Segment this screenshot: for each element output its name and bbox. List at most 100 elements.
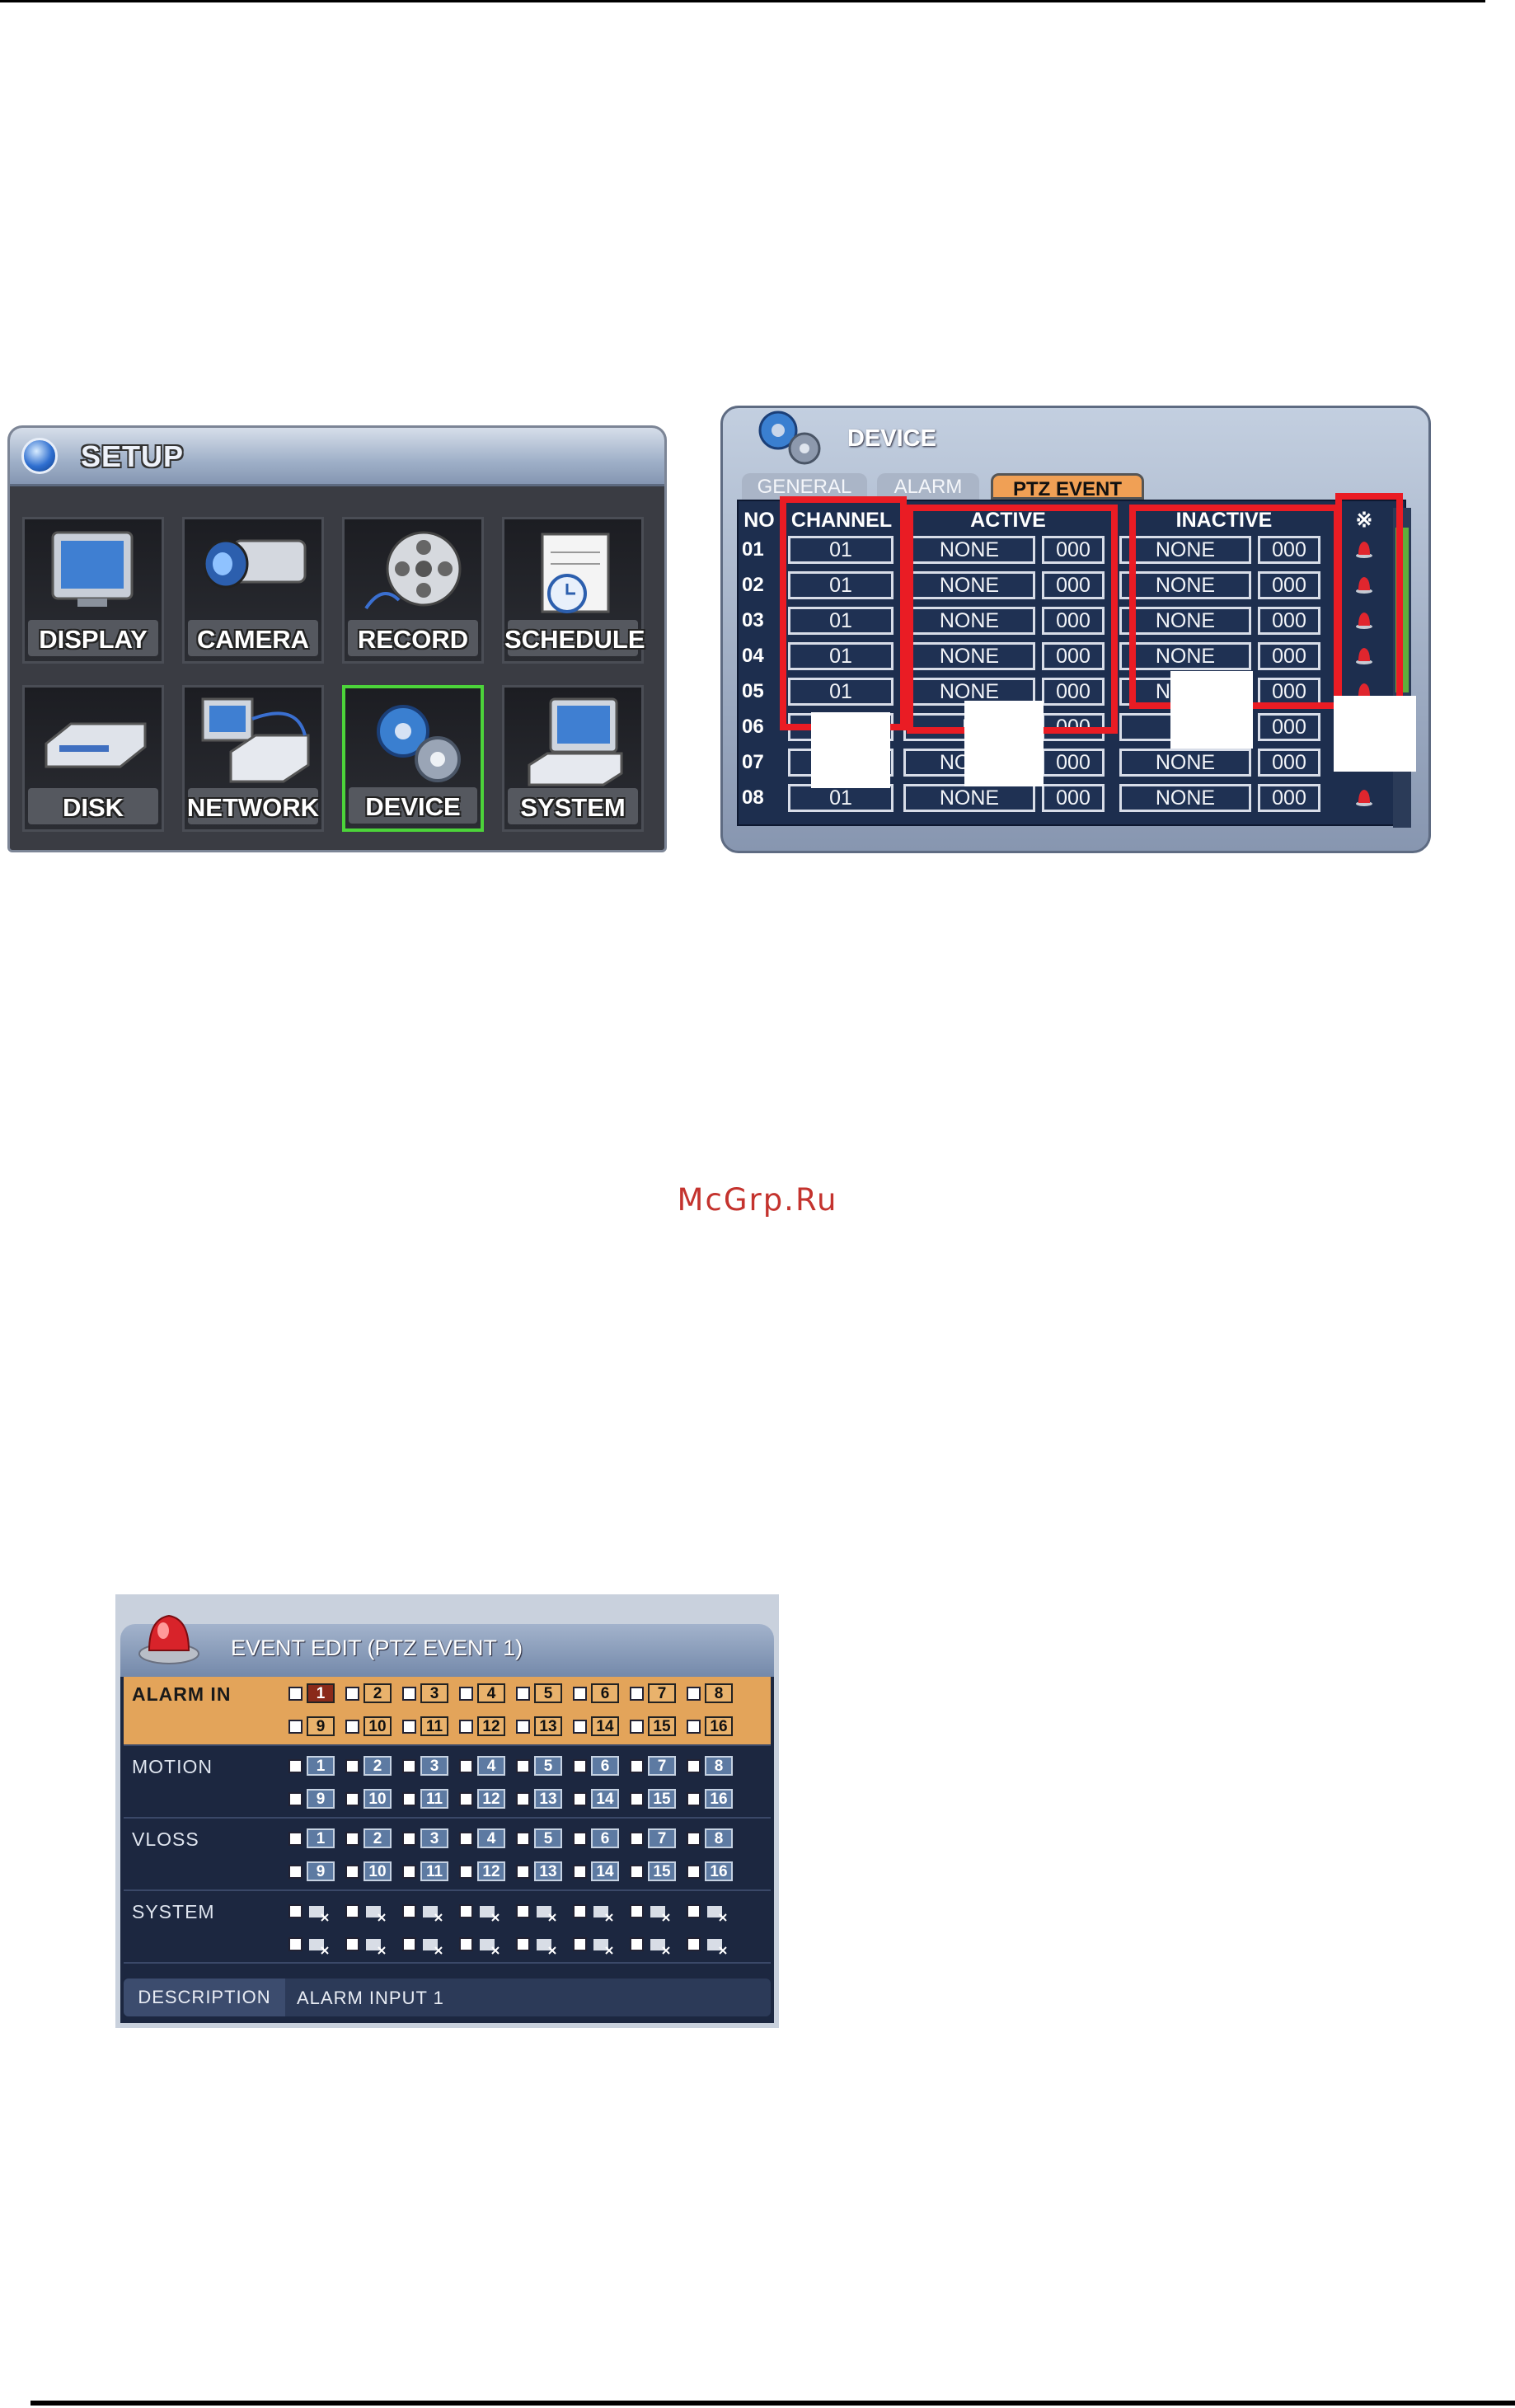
callout-box-4 bbox=[1334, 696, 1416, 772]
event-checkbox[interactable] bbox=[402, 1720, 416, 1734]
setup-tile-record[interactable]: RECORD bbox=[342, 517, 484, 664]
event-checkbox[interactable] bbox=[402, 1759, 416, 1773]
event-checkbox[interactable] bbox=[630, 1904, 644, 1918]
row-number: 06 bbox=[742, 716, 764, 738]
event-siren-icon[interactable] bbox=[1355, 787, 1373, 807]
event-checkbox[interactable] bbox=[459, 1792, 473, 1806]
event-checkbox[interactable] bbox=[630, 1792, 644, 1806]
event-checkbox[interactable] bbox=[402, 1792, 416, 1806]
event-checkbox[interactable] bbox=[402, 1687, 416, 1701]
event-number: 15 bbox=[648, 1861, 676, 1881]
monitor-icon bbox=[51, 531, 134, 607]
event-checkbox[interactable] bbox=[345, 1937, 359, 1951]
event-checkbox[interactable] bbox=[345, 1904, 359, 1918]
event-checkbox[interactable] bbox=[630, 1759, 644, 1773]
event-checkbox[interactable] bbox=[345, 1792, 359, 1806]
event-checkbox[interactable] bbox=[459, 1865, 473, 1879]
event-checkbox[interactable] bbox=[459, 1687, 473, 1701]
event-checkbox[interactable] bbox=[288, 1937, 303, 1951]
description-value[interactable]: ALARM INPUT 1 bbox=[297, 1979, 444, 2018]
tab-ptz-event[interactable]: PTZ EVENT bbox=[991, 473, 1144, 500]
event-checkbox[interactable] bbox=[687, 1792, 701, 1806]
event-checkbox[interactable] bbox=[573, 1759, 587, 1773]
event-checkbox[interactable] bbox=[345, 1832, 359, 1846]
event-checkbox[interactable] bbox=[687, 1687, 701, 1701]
event-checkbox[interactable] bbox=[687, 1937, 701, 1951]
event-checkbox[interactable] bbox=[573, 1904, 587, 1918]
hdd-full-icon bbox=[309, 1906, 329, 1922]
tile-label: RECORD bbox=[357, 625, 469, 654]
event-checkbox[interactable] bbox=[459, 1720, 473, 1734]
setup-tile-camera[interactable]: CAMERA bbox=[182, 517, 324, 664]
event-checkbox[interactable] bbox=[630, 1937, 644, 1951]
event-checkbox[interactable] bbox=[402, 1832, 416, 1846]
event-checkbox[interactable] bbox=[345, 1759, 359, 1773]
power-on-icon bbox=[366, 1939, 386, 1955]
event-checkbox[interactable] bbox=[459, 1904, 473, 1918]
event-checkbox[interactable] bbox=[630, 1865, 644, 1879]
event-checkbox[interactable] bbox=[687, 1720, 701, 1734]
active-preset-input[interactable]: 000 bbox=[1042, 749, 1105, 777]
setup-tile-display[interactable]: DISPLAY bbox=[22, 517, 164, 664]
event-number: 4 bbox=[477, 1683, 505, 1703]
channel-select[interactable]: 01 bbox=[788, 784, 894, 812]
event-checkbox[interactable] bbox=[516, 1904, 530, 1918]
event-checkbox[interactable] bbox=[402, 1865, 416, 1879]
event-checkbox[interactable] bbox=[459, 1759, 473, 1773]
event-checkbox[interactable] bbox=[516, 1832, 530, 1846]
event-checkbox[interactable] bbox=[402, 1904, 416, 1918]
event-checkbox[interactable] bbox=[516, 1865, 530, 1879]
setup-tile-network[interactable]: NETWORK bbox=[182, 685, 324, 832]
event-number: 14 bbox=[591, 1861, 619, 1881]
event-checkbox[interactable] bbox=[345, 1687, 359, 1701]
event-checkbox[interactable] bbox=[288, 1904, 303, 1918]
event-checkbox[interactable] bbox=[288, 1687, 303, 1701]
event-checkbox[interactable] bbox=[573, 1792, 587, 1806]
description-label: DESCRIPTION bbox=[124, 1979, 285, 2016]
event-checkbox[interactable] bbox=[573, 1832, 587, 1846]
event-checkbox[interactable] bbox=[345, 1720, 359, 1734]
event-checkbox[interactable] bbox=[516, 1720, 530, 1734]
event-checkbox[interactable] bbox=[345, 1865, 359, 1879]
event-checkbox[interactable] bbox=[402, 1937, 416, 1951]
inactive-preset-input[interactable]: 000 bbox=[1258, 749, 1320, 777]
event-checkbox[interactable] bbox=[687, 1865, 701, 1879]
section-label: SYSTEM bbox=[132, 1901, 215, 1922]
event-number: 9 bbox=[307, 1861, 335, 1881]
inactive-select[interactable]: NONE bbox=[1119, 784, 1251, 812]
event-checkbox[interactable] bbox=[573, 1720, 587, 1734]
event-checkbox[interactable] bbox=[516, 1792, 530, 1806]
event-checkbox[interactable] bbox=[687, 1904, 701, 1918]
event-checkbox[interactable] bbox=[630, 1687, 644, 1701]
description-row[interactable]: DESCRIPTION ALARM INPUT 1 bbox=[124, 1979, 771, 2016]
event-checkbox[interactable] bbox=[573, 1937, 587, 1951]
event-checkbox[interactable] bbox=[288, 1792, 303, 1806]
setup-tile-device[interactable]: DEVICE bbox=[342, 685, 484, 832]
inactive-preset-input[interactable]: 000 bbox=[1258, 713, 1320, 741]
setup-tile-system[interactable]: SYSTEM bbox=[502, 685, 644, 832]
event-checkbox[interactable] bbox=[687, 1759, 701, 1773]
event-checkbox[interactable] bbox=[516, 1687, 530, 1701]
event-checkbox[interactable] bbox=[630, 1720, 644, 1734]
inactive-select[interactable]: NONE bbox=[1119, 749, 1251, 777]
event-checkbox[interactable] bbox=[573, 1687, 587, 1701]
inactive-preset-input[interactable]: 000 bbox=[1258, 784, 1320, 812]
event-checkbox[interactable] bbox=[288, 1759, 303, 1773]
event-number: 4 bbox=[477, 1828, 505, 1848]
setup-tile-schedule[interactable]: SCHEDULE bbox=[502, 517, 645, 664]
event-checkbox[interactable] bbox=[288, 1832, 303, 1846]
event-checkbox[interactable] bbox=[288, 1865, 303, 1879]
active-select[interactable]: NONE bbox=[903, 784, 1035, 812]
event-checkbox[interactable] bbox=[288, 1720, 303, 1734]
event-checkbox[interactable] bbox=[516, 1937, 530, 1951]
event-checkbox[interactable] bbox=[573, 1865, 587, 1879]
event-number: 12 bbox=[477, 1716, 505, 1736]
event-checkbox[interactable] bbox=[459, 1937, 473, 1951]
section-alarm-in: ALARM IN 1 2 3 4 5 6 7 8 9 10 11 12 13 14 15 16 bbox=[124, 1677, 771, 1746]
setup-tile-disk[interactable]: DISK bbox=[22, 685, 164, 832]
active-preset-input[interactable]: 000 bbox=[1042, 784, 1105, 812]
event-checkbox[interactable] bbox=[516, 1759, 530, 1773]
event-checkbox[interactable] bbox=[630, 1832, 644, 1846]
event-checkbox[interactable] bbox=[459, 1832, 473, 1846]
event-checkbox[interactable] bbox=[687, 1832, 701, 1846]
